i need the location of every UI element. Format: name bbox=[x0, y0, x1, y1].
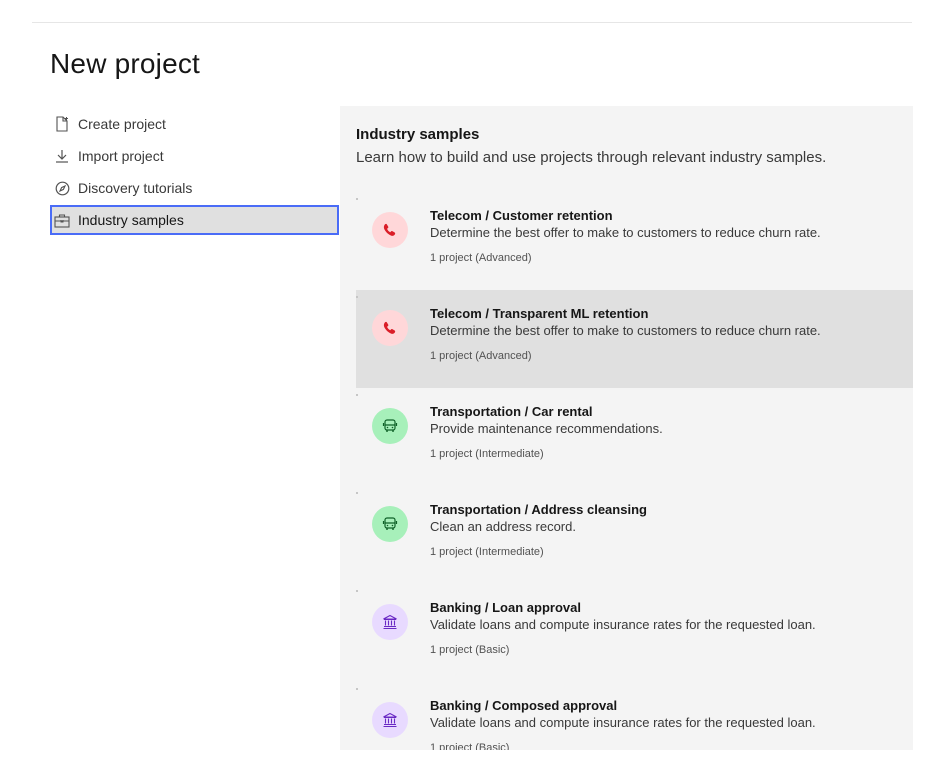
sidebar-item-label: Discovery tutorials bbox=[78, 180, 193, 196]
sample-list: Telecom / Customer retention Determine t… bbox=[356, 192, 913, 750]
card-description: Validate loans and compute insurance rat… bbox=[430, 617, 816, 632]
sidebar-nav: Create project Import project Discovery … bbox=[50, 108, 340, 235]
sidebar-item-import-project[interactable]: Import project bbox=[50, 140, 339, 172]
sidebar-item-create-project[interactable]: Create project bbox=[50, 108, 339, 140]
card-description: Clean an address record. bbox=[430, 519, 576, 534]
card-title: Banking / Composed approval bbox=[430, 698, 618, 713]
card-description: Determine the best offer to make to cust… bbox=[430, 323, 821, 338]
card-meta: 1 project (Basic) bbox=[430, 742, 510, 750]
download-icon bbox=[54, 148, 70, 164]
card-title: Telecom / Transparent ML retention bbox=[430, 306, 649, 321]
separator-dot bbox=[356, 394, 358, 396]
sample-card-banking-composed-approval[interactable]: Banking / Composed approval Validate loa… bbox=[356, 682, 913, 750]
sidebar-item-label: Create project bbox=[78, 116, 166, 132]
industry-samples-panel: Industry samples Learn how to build and … bbox=[340, 106, 913, 750]
compass-icon bbox=[54, 180, 70, 196]
card-description: Determine the best offer to make to cust… bbox=[430, 225, 821, 240]
page-title: New project bbox=[50, 48, 201, 79]
bank-icon bbox=[372, 604, 408, 640]
header-divider bbox=[32, 22, 912, 23]
panel-description: Learn how to build and use projects thro… bbox=[356, 149, 827, 166]
card-description: Provide maintenance recommendations. bbox=[430, 421, 663, 436]
phone-icon bbox=[372, 310, 408, 346]
separator-dot bbox=[356, 492, 358, 494]
card-meta: 1 project (Advanced) bbox=[430, 350, 532, 362]
sidebar-item-discovery-tutorials[interactable]: Discovery tutorials bbox=[50, 172, 339, 204]
card-description: Validate loans and compute insurance rat… bbox=[430, 715, 816, 730]
sample-card-transportation-address-cleansing[interactable]: Transportation / Address cleansing Clean… bbox=[356, 486, 913, 584]
card-meta: 1 project (Intermediate) bbox=[430, 546, 544, 558]
card-title: Transportation / Car rental bbox=[430, 404, 593, 419]
document-add-icon bbox=[54, 116, 70, 132]
sample-card-telecom-customer-retention[interactable]: Telecom / Customer retention Determine t… bbox=[356, 192, 913, 290]
sidebar-item-industry-samples[interactable]: Industry samples bbox=[50, 205, 339, 235]
separator-dot bbox=[356, 198, 358, 200]
sidebar-item-label: Industry samples bbox=[78, 212, 184, 228]
phone-icon bbox=[372, 212, 408, 248]
separator-dot bbox=[356, 688, 358, 690]
sidebar-item-label: Import project bbox=[78, 148, 164, 164]
card-meta: 1 project (Advanced) bbox=[430, 252, 532, 264]
card-title: Transportation / Address cleansing bbox=[430, 502, 647, 517]
bus-icon bbox=[372, 408, 408, 444]
card-meta: 1 project (Intermediate) bbox=[430, 448, 544, 460]
panel-title: Industry samples bbox=[356, 126, 480, 143]
separator-dot bbox=[356, 296, 358, 298]
card-title: Banking / Loan approval bbox=[430, 600, 581, 615]
sample-card-banking-loan-approval[interactable]: Banking / Loan approval Validate loans a… bbox=[356, 584, 913, 682]
card-title: Telecom / Customer retention bbox=[430, 208, 613, 223]
separator-dot bbox=[356, 590, 358, 592]
bank-icon bbox=[372, 702, 408, 738]
briefcase-icon bbox=[54, 212, 70, 228]
card-meta: 1 project (Basic) bbox=[430, 644, 510, 656]
sample-card-transportation-car-rental[interactable]: Transportation / Car rental Provide main… bbox=[356, 388, 913, 486]
bus-icon bbox=[372, 506, 408, 542]
sample-card-telecom-transparent-ml-retention[interactable]: Telecom / Transparent ML retention Deter… bbox=[356, 290, 913, 388]
